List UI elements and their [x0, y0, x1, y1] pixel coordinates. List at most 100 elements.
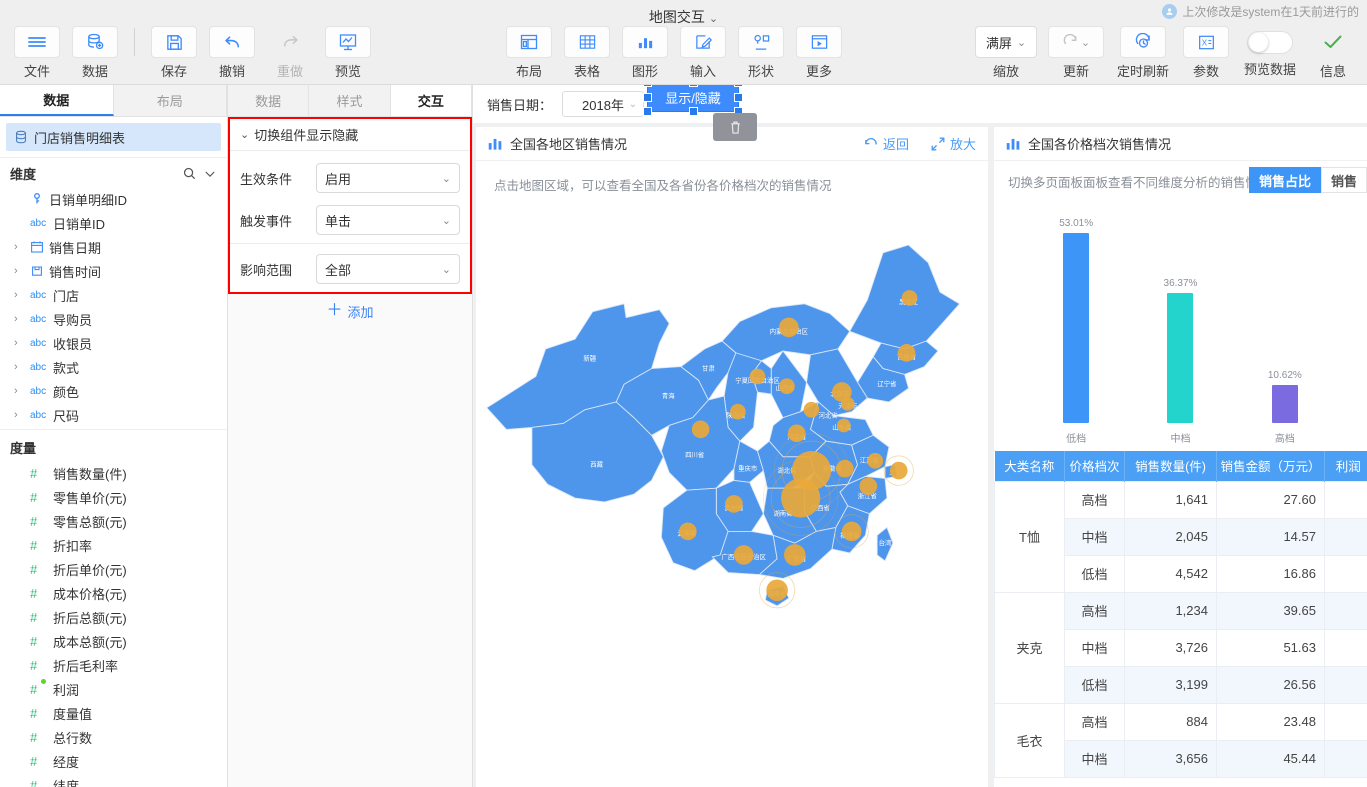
chevron-right-icon[interactable]: ›	[14, 313, 25, 325]
resize-handle-n[interactable]	[689, 85, 698, 87]
toolbar-refresh-control[interactable]: ⌄ 更新	[1043, 26, 1109, 80]
timer-refresh-icon	[1120, 26, 1166, 58]
toolbar-save-button[interactable]: 保存	[145, 26, 203, 80]
chevron-right-icon[interactable]: ›	[14, 241, 25, 253]
tab-data[interactable]: 数据	[0, 85, 114, 116]
resize-handle-s[interactable]	[689, 107, 698, 116]
condition-select[interactable]: 启用 ⌄	[316, 163, 460, 193]
bar-low[interactable]	[1063, 233, 1090, 423]
resize-handle-w[interactable]	[643, 93, 652, 102]
resize-handle-ne[interactable]	[734, 85, 743, 87]
measure-item[interactable]: ›#折后总额(元)	[0, 605, 227, 629]
chevron-right-icon[interactable]: ›	[14, 289, 25, 301]
preview-data-toggle[interactable]	[1247, 31, 1293, 54]
tab-layout[interactable]: 布局	[113, 85, 227, 116]
bar-mid[interactable]	[1167, 293, 1194, 423]
chevron-right-icon[interactable]: ›	[14, 385, 25, 397]
col-qty[interactable]: 销售数量(件)	[1124, 451, 1217, 481]
china-map[interactable]: 新疆 西藏 青海 甘肃 内蒙古自治区 黑龙江 吉林省 辽宁省 北京市 天津市 河	[476, 194, 988, 787]
measure-item[interactable]: ›#总行数	[0, 725, 227, 749]
refresh-button[interactable]: ⌄	[1048, 26, 1104, 58]
measure-item[interactable]: ›#纬度	[0, 773, 227, 787]
toolbar-table-button[interactable]: 表格	[558, 26, 616, 80]
toolbar-data-button[interactable]: 数据	[66, 26, 124, 80]
measure-item[interactable]: ›#利润	[0, 677, 227, 701]
toolbar-file-button[interactable]: 文件	[8, 26, 66, 80]
toolbar-timer-refresh-button[interactable]: 定时刷新	[1109, 26, 1177, 80]
bar-high[interactable]	[1271, 385, 1298, 423]
top-toolbar: 地图交互 ⌄ 上次修改是system在1天前进行的 文件 数据 保存 撤销 重做…	[0, 0, 1367, 85]
cell-group: 毛衣	[994, 702, 1065, 778]
toolbar-preview-data-control[interactable]: 预览数据	[1235, 26, 1305, 78]
year-select[interactable]: 2018年 ⌄	[562, 91, 645, 117]
dimension-item[interactable]: › abc 导购员	[0, 307, 227, 331]
toolbar-more-button[interactable]: 更多	[790, 26, 848, 80]
add-interaction-button[interactable]: ＋ 添加	[228, 294, 472, 328]
map-zoom-button[interactable]: 放大	[930, 134, 976, 153]
dimension-item[interactable]: › abc 尺码	[0, 403, 227, 427]
resize-handle-sw[interactable]	[643, 107, 652, 116]
measure-item[interactable]: ›#经度	[0, 749, 227, 773]
toolbar-info-button[interactable]: 信息	[1305, 26, 1361, 80]
china-map-svg[interactable]: 新疆 西藏 青海 甘肃 内蒙古自治区 黑龙江 吉林省 辽宁省 北京市 天津市 河	[476, 194, 988, 704]
scope-select[interactable]: 全部 ⌄	[316, 254, 460, 284]
measure-item[interactable]: ›#折后毛利率	[0, 653, 227, 677]
search-icon[interactable]	[182, 166, 197, 181]
tab-config-interaction[interactable]: 交互	[390, 85, 472, 116]
measure-item[interactable]: ›#度量值	[0, 701, 227, 725]
toolbar-layout-button[interactable]: 布局	[500, 26, 558, 80]
table-row[interactable]: 毛衣 高档 884 23.48	[994, 702, 1367, 778]
toolbar-shape-button[interactable]: 形状	[732, 26, 790, 80]
dataset-item[interactable]: 门店销售明细表	[6, 123, 221, 151]
interaction-group-header[interactable]: ⌄ 切换组件显示隐藏	[230, 119, 470, 151]
chevron-right-icon[interactable]: ›	[14, 337, 25, 349]
col-profit[interactable]: 利润（	[1324, 451, 1367, 481]
tab-config-style[interactable]: 样式	[309, 85, 391, 116]
toolbar-undo-button[interactable]: 撤销	[203, 26, 261, 80]
toolbar-redo-button[interactable]: 重做	[261, 26, 319, 80]
tab-sales[interactable]: 销售	[1320, 167, 1367, 193]
dimension-item[interactable]: › abc 门店	[0, 283, 227, 307]
chevron-right-icon[interactable]: ›	[14, 265, 25, 277]
price-tier-table-wrap[interactable]: 大类名称 价格档次 销售数量(件) 销售金额（万元） 利润（ T恤	[994, 451, 1367, 787]
dimension-item[interactable]: ›日销单明细ID	[0, 187, 227, 211]
tab-config-data[interactable]: 数据	[228, 85, 310, 116]
toolbar-center-group: 布局 表格 图形 输入 形状 更多	[500, 26, 848, 80]
toolbar-params-button[interactable]: X 参数	[1177, 26, 1235, 80]
col-category[interactable]: 大类名称	[994, 451, 1065, 481]
selected-widget-toggle[interactable]: 显示/隐藏	[643, 85, 743, 116]
filter-label: 销售日期：	[487, 97, 553, 113]
col-amount[interactable]: 销售金额（万元）	[1216, 451, 1325, 481]
dimension-item[interactable]: › 销售时间	[0, 259, 227, 283]
event-select[interactable]: 单击 ⌄	[316, 205, 460, 235]
table-row[interactable]: 夹克 高档 1,234 39.65	[994, 591, 1367, 704]
toolbar-preview-button[interactable]: 预览	[319, 26, 377, 80]
measure-item[interactable]: ›#成本总额(元)	[0, 629, 227, 653]
resize-handle-nw[interactable]	[643, 85, 652, 87]
measure-item[interactable]: ›#成本价格(元)	[0, 581, 227, 605]
resize-handle-e[interactable]	[734, 93, 743, 102]
zoom-select[interactable]: 满屏 ⌄	[975, 26, 1037, 58]
toolbar-zoom-control[interactable]: 满屏 ⌄ 缩放	[969, 26, 1043, 80]
toolbar-chart-button[interactable]: 图形	[616, 26, 674, 80]
measure-item[interactable]: ›#折后单价(元)	[0, 557, 227, 581]
measure-item[interactable]: ›#零售总额(元)	[0, 509, 227, 533]
dimension-item[interactable]: › abc 收银员	[0, 331, 227, 355]
chevron-down-icon[interactable]	[203, 167, 217, 181]
dimension-item[interactable]: › abc 款式	[0, 355, 227, 379]
measure-item[interactable]: ›#折扣率	[0, 533, 227, 557]
table-row[interactable]: T恤 高档 1,641 27.60	[994, 480, 1367, 593]
toolbar-input-button[interactable]: 输入	[674, 26, 732, 80]
dimension-item[interactable]: › abc 颜色	[0, 379, 227, 403]
measure-item[interactable]: ›#零售单价(元)	[0, 485, 227, 509]
map-back-button[interactable]: 返回	[863, 134, 909, 153]
price-tier-bar-chart[interactable]: 53.01% 36.37% 10.62% 低档 中档 高档	[994, 201, 1367, 451]
chevron-right-icon[interactable]: ›	[14, 409, 25, 421]
chevron-right-icon[interactable]: ›	[14, 361, 25, 373]
delete-widget-button[interactable]	[713, 113, 757, 141]
tab-sales-share[interactable]: 销售占比	[1248, 167, 1321, 193]
dimension-item[interactable]: ›abc日销单ID	[0, 211, 227, 235]
col-price-tier[interactable]: 价格档次	[1064, 451, 1125, 481]
measure-item[interactable]: ›#销售数量(件)	[0, 461, 227, 485]
dimension-item[interactable]: › 销售日期	[0, 235, 227, 259]
